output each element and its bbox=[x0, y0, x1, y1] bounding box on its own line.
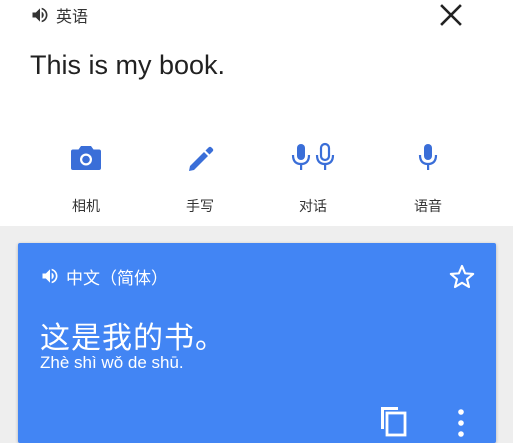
conversation-button[interactable]: 对话 bbox=[268, 140, 358, 220]
handwriting-button[interactable]: 手写 bbox=[155, 140, 245, 220]
conversation-label: 对话 bbox=[299, 199, 327, 215]
camera-label: 相机 bbox=[72, 199, 100, 215]
copy-icon[interactable] bbox=[378, 403, 408, 437]
voice-button[interactable]: 语音 bbox=[383, 140, 473, 220]
pen-icon bbox=[189, 146, 214, 171]
speaker-icon[interactable] bbox=[40, 266, 60, 286]
handwriting-label: 手写 bbox=[186, 199, 214, 215]
source-panel: 英语 This is my book. 相机 手写 对话 语音 bbox=[0, 0, 513, 226]
target-language[interactable]: 中文（简体） bbox=[40, 265, 168, 289]
camera-icon bbox=[71, 146, 101, 170]
speaker-icon[interactable] bbox=[30, 5, 50, 25]
romanization-text: Zhè shì wǒ de shū. bbox=[40, 353, 184, 372]
voice-label: 语音 bbox=[414, 199, 442, 215]
target-language-label: 中文（简体） bbox=[66, 268, 168, 289]
translated-text: 这是我的书。 bbox=[40, 321, 226, 356]
camera-button[interactable]: 相机 bbox=[41, 140, 131, 220]
translation-card[interactable]: 中文（简体） 这是我的书。 Zhè shì wǒ de shū. bbox=[18, 243, 496, 443]
more-vert-icon[interactable] bbox=[454, 407, 468, 439]
star-icon[interactable] bbox=[448, 263, 476, 291]
source-language[interactable]: 英语 bbox=[30, 4, 88, 26]
source-text[interactable]: This is my book. bbox=[30, 50, 225, 81]
conversation-mic-icon bbox=[291, 142, 335, 170]
close-icon[interactable] bbox=[440, 4, 462, 26]
close-button[interactable] bbox=[436, 2, 466, 28]
source-language-label: 英语 bbox=[56, 7, 89, 26]
mic-icon bbox=[418, 144, 438, 170]
